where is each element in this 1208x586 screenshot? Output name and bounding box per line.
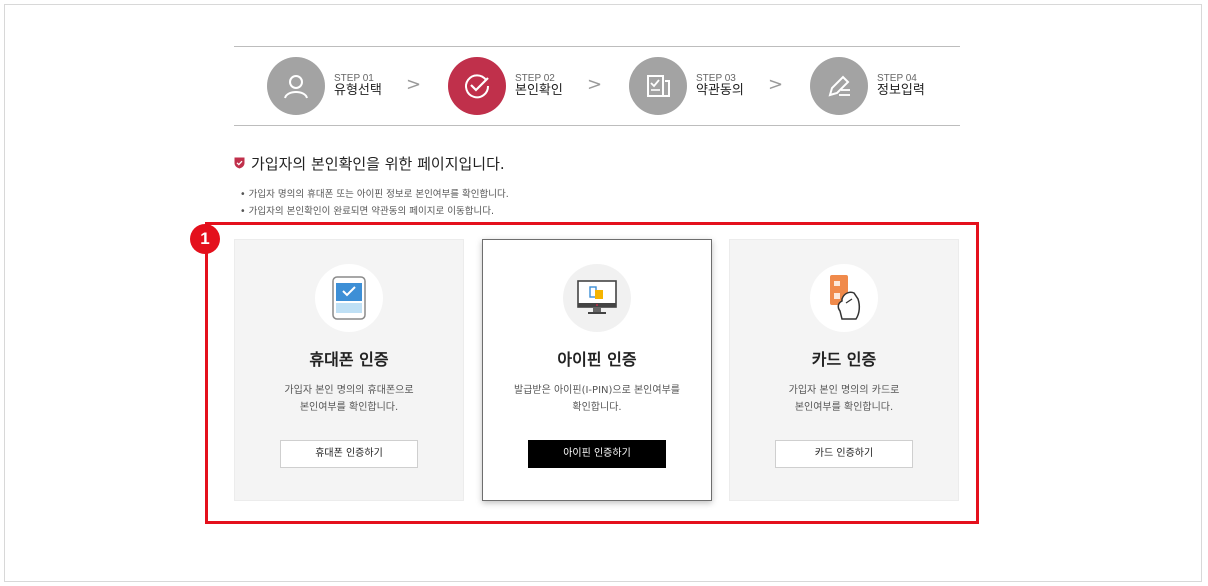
annotation-badge: 1 [190,224,220,254]
terms-document-icon [629,57,687,115]
chevron-right-icon: > [587,74,603,95]
annotation-highlight-box [205,222,979,524]
step-progress: STEP 01 유형선택 > STEP 02 본인확인 > STEP 03 약관동의 … [234,46,960,126]
info-bullet: 가입자 명의의 휴대폰 또는 아이핀 정보로 본인여부를 확인합니다. [240,186,509,203]
step-3: STEP 03 약관동의 [629,57,744,115]
step-2: STEP 02 본인확인 [448,57,563,115]
page-heading: 가입자의 본인확인을 위한 페이지입니다. [234,153,505,174]
step-1: STEP 01 유형선택 [267,57,382,115]
step-4-name: 정보입력 [877,83,925,99]
chevron-right-icon: > [406,74,422,95]
step-4: STEP 04 정보입력 [810,57,925,115]
page-title: 가입자의 본인확인을 위한 페이지입니다. [251,155,505,173]
step-3-name: 약관동의 [696,83,744,99]
shield-check-icon [234,154,245,173]
info-bullets: 가입자 명의의 휴대폰 또는 아이핀 정보로 본인여부를 확인합니다. 가입자의… [240,186,509,220]
step-2-name: 본인확인 [515,83,563,99]
info-bullet: 가입자의 본인확인이 완료되면 약관동의 페이지로 이동합니다. [240,203,509,220]
pen-write-icon [810,57,868,115]
check-circle-icon [448,57,506,115]
step-1-name: 유형선택 [334,83,382,99]
user-icon [267,57,325,115]
chevron-right-icon: > [768,74,784,95]
